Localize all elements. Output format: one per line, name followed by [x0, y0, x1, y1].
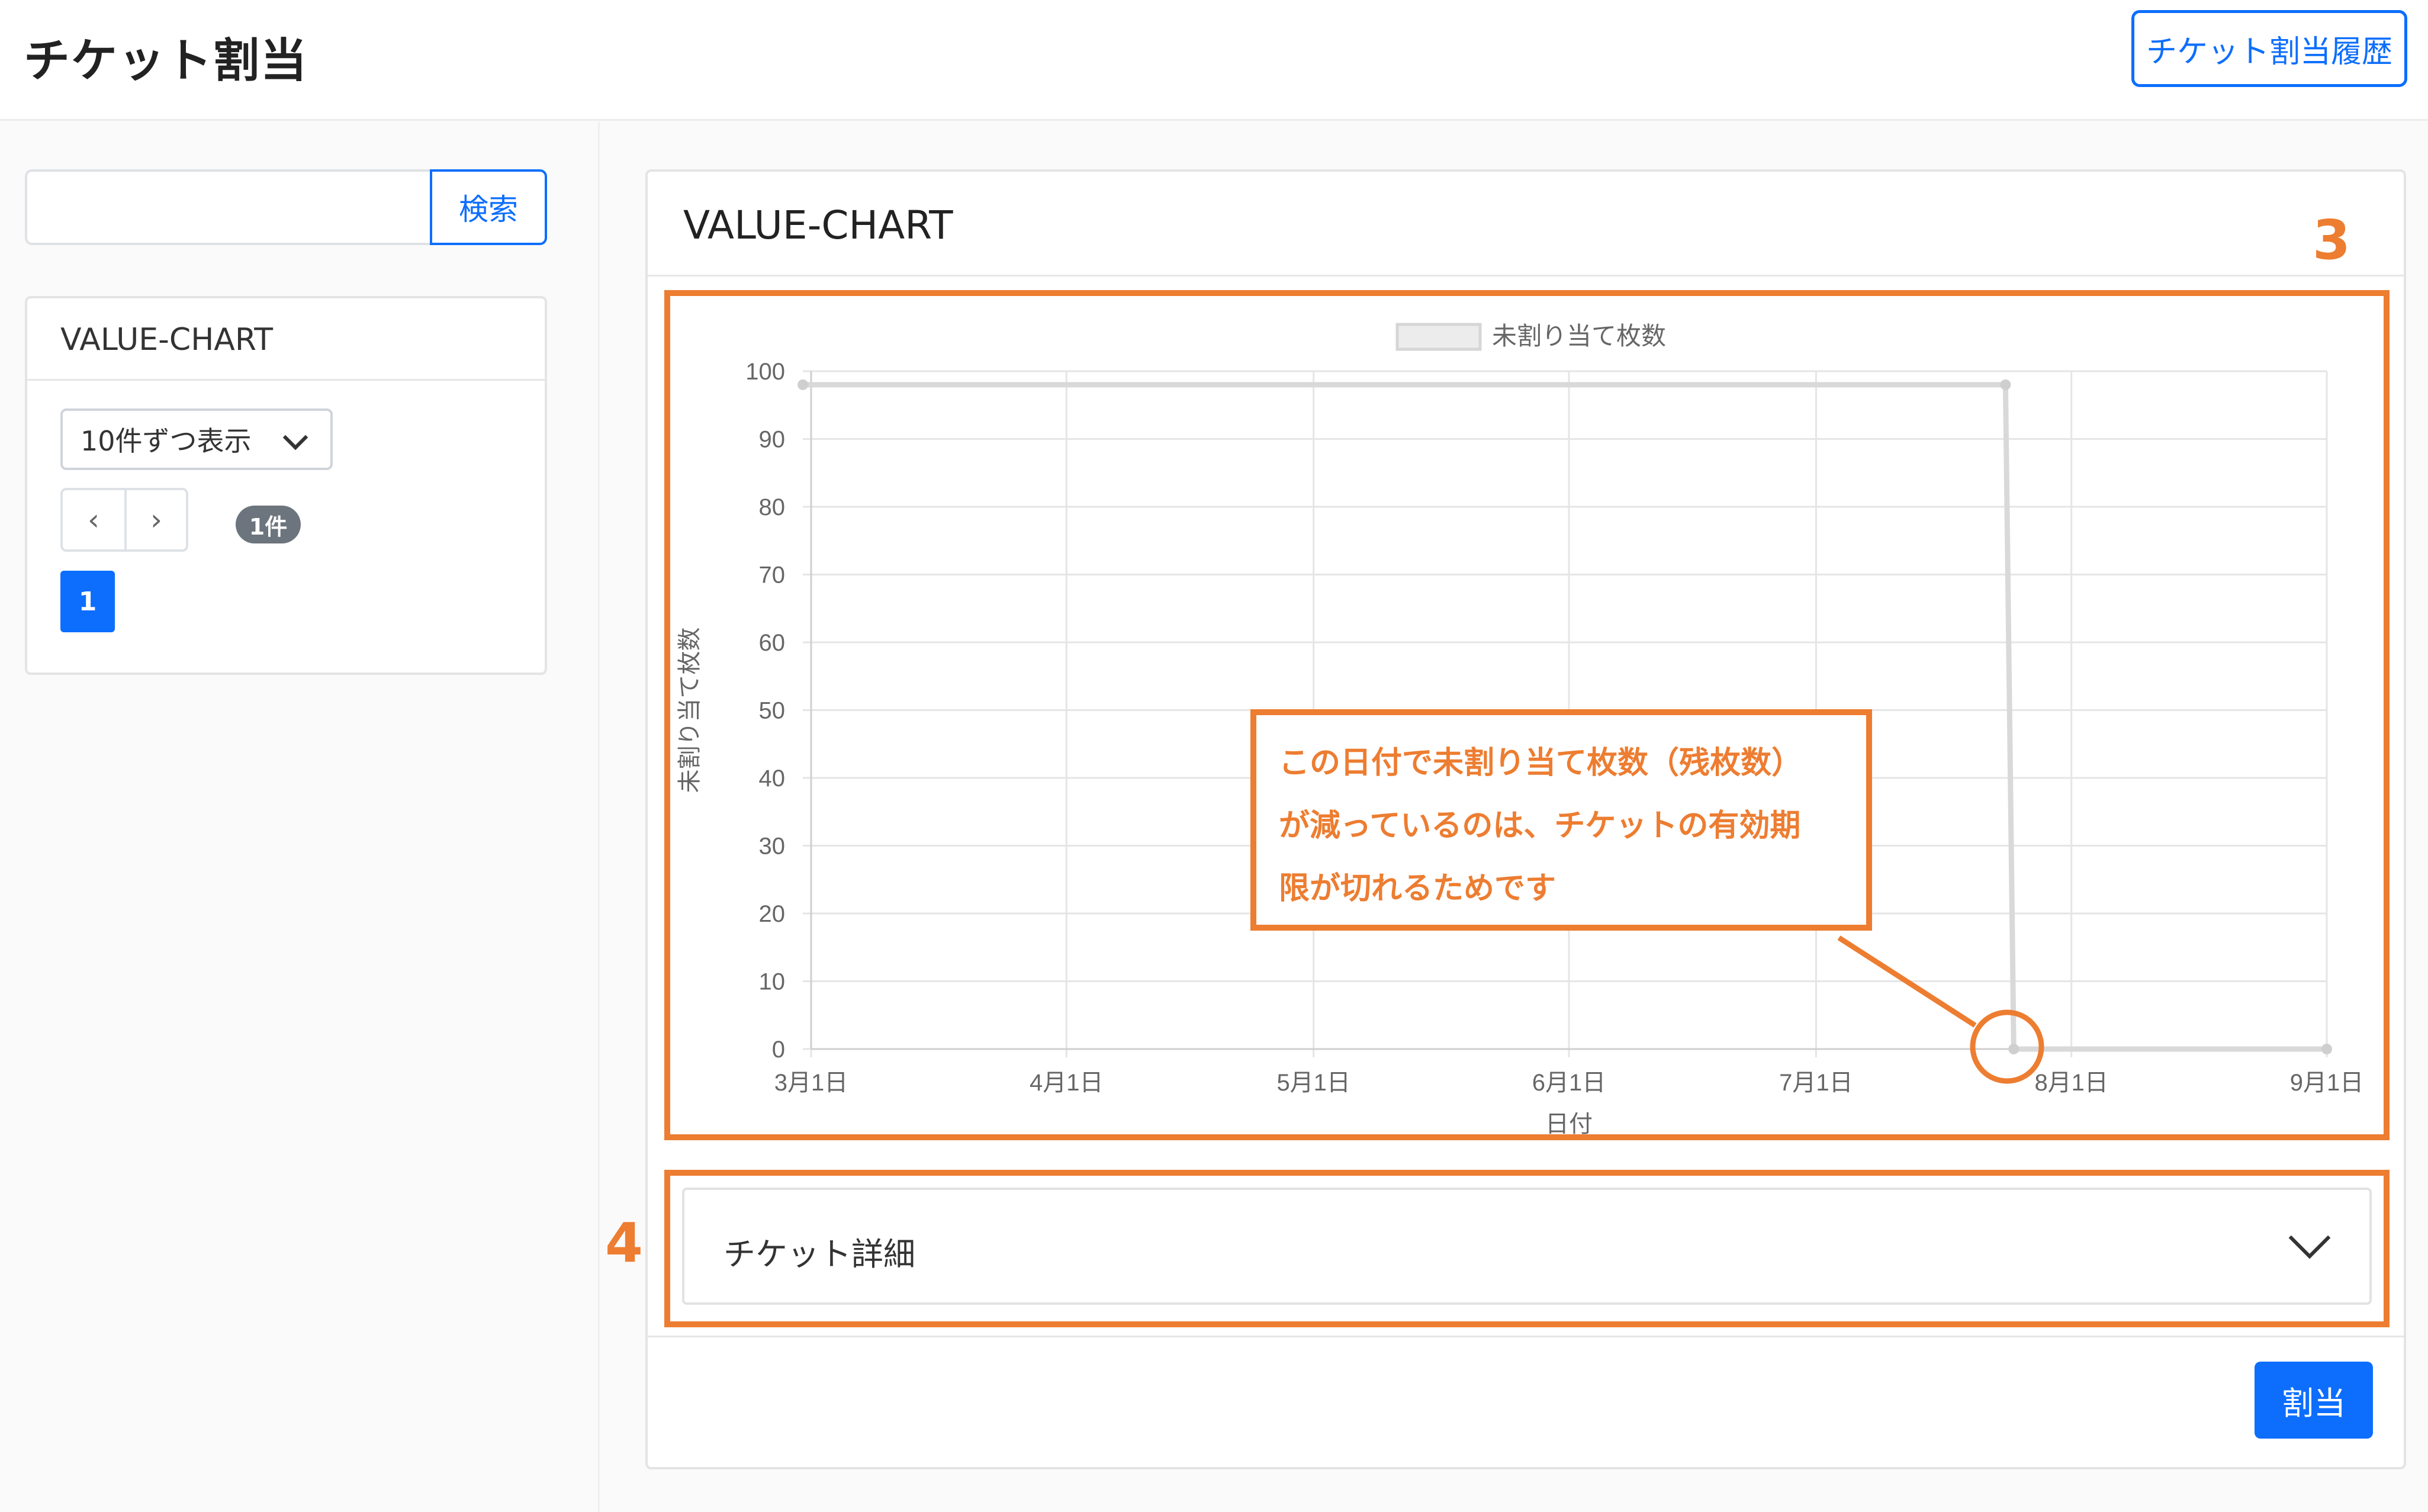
annotation-circle [1970, 1009, 2044, 1084]
annotation-callout [1837, 935, 2044, 1084]
annotation-line-1: この日付で未割り当て枚数（残枚数） [1279, 745, 1803, 781]
annotation-pointer-line [1837, 935, 1977, 1028]
annotation-line-2: が減っているのは、チケットの有効期 [1279, 808, 1801, 844]
annotation-box: この日付で未割り当て枚数（残枚数） が減っているのは、チケットの有効期 限が切れ… [1250, 709, 1872, 931]
annotation-line-3: 限が切れるためです [1279, 871, 1557, 906]
